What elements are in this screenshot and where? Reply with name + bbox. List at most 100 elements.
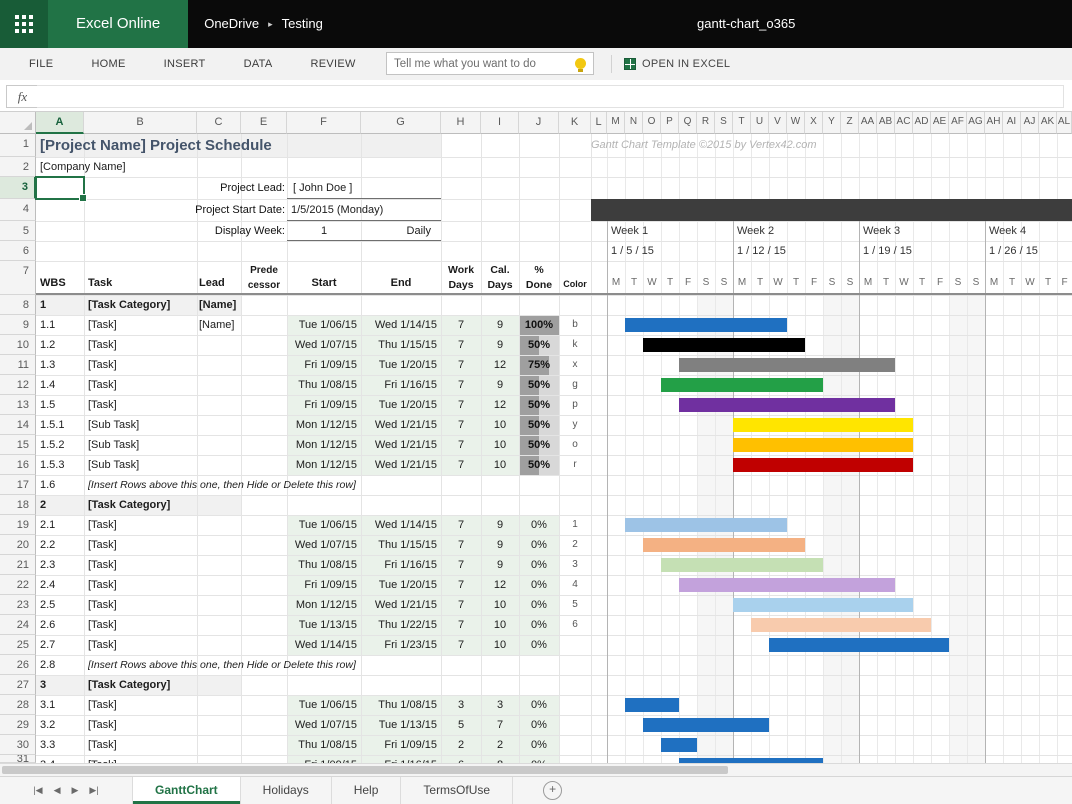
cell-pct-done[interactable]: 50% <box>519 335 559 355</box>
start-date-label[interactable]: Project Start Date: <box>90 199 285 221</box>
gantt-bar[interactable] <box>625 318 787 332</box>
col-header-J[interactable]: J <box>519 112 559 134</box>
cell-task[interactable]: [Task] <box>88 335 238 355</box>
row-header-1[interactable]: 1 <box>0 134 36 157</box>
sheet-tab-termsofuse[interactable]: TermsOfUse <box>401 777 513 804</box>
cell-cal-days[interactable]: 10 <box>481 635 519 655</box>
cell-pct-done[interactable]: 0% <box>519 555 559 575</box>
gantt-bar[interactable] <box>733 458 913 472</box>
row-header-27[interactable]: 27 <box>0 675 36 695</box>
sheet-tab-help[interactable]: Help <box>332 777 402 804</box>
cell-end[interactable]: Fri 1/09/15 <box>363 735 437 755</box>
week-label[interactable]: Week 2 <box>737 221 837 241</box>
app-brand[interactable]: Excel Online <box>48 0 188 48</box>
cell-cal-days[interactable]: 10 <box>481 615 519 635</box>
col-header-K[interactable]: K <box>559 112 591 134</box>
cell-wbs[interactable]: 2.5 <box>40 595 84 615</box>
header-start[interactable]: Start <box>287 273 361 293</box>
gantt-bar[interactable] <box>769 638 949 652</box>
col-header-N[interactable]: N <box>625 112 643 134</box>
day-letter[interactable]: M <box>859 273 877 293</box>
cell-pct-done[interactable]: 75% <box>519 355 559 375</box>
col-header-AD[interactable]: AD <box>913 112 931 134</box>
cell-color-key[interactable]: 1 <box>559 515 591 535</box>
cell-end[interactable]: Thu 1/22/15 <box>363 615 437 635</box>
cell-cal-days[interactable]: 3 <box>481 695 519 715</box>
header-pct-done[interactable]: % Done <box>519 263 559 295</box>
menu-tab-review[interactable]: REVIEW <box>292 48 375 80</box>
menu-tab-home[interactable]: HOME <box>72 48 144 80</box>
col-header-R[interactable]: R <box>697 112 715 134</box>
gantt-bar[interactable] <box>643 338 805 352</box>
cell-wbs[interactable]: 2.6 <box>40 615 84 635</box>
col-header-AB[interactable]: AB <box>877 112 895 134</box>
cell-work-days[interactable]: 7 <box>441 595 481 615</box>
horizontal-scrollbar[interactable] <box>0 763 1072 776</box>
sheet-tab-ganttchart[interactable]: GanttChart <box>132 777 241 804</box>
cell-wbs[interactable]: 1.3 <box>40 355 84 375</box>
cell-work-days[interactable]: 7 <box>441 355 481 375</box>
cell-start[interactable]: Mon 1/12/15 <box>289 455 357 475</box>
cell-pct-done[interactable]: 0% <box>519 515 559 535</box>
week-date[interactable]: 1 / 5 / 15 <box>611 241 711 261</box>
cell-wbs[interactable]: 3.4 <box>40 755 84 763</box>
cell-wbs[interactable]: 2.1 <box>40 515 84 535</box>
cell-wbs[interactable]: 2.2 <box>40 535 84 555</box>
col-header-V[interactable]: V <box>769 112 787 134</box>
cell-task[interactable]: [Task] <box>88 535 238 555</box>
day-letter[interactable]: T <box>913 273 931 293</box>
cell-lead[interactable]: [Name] <box>199 295 243 315</box>
cell-task[interactable]: [Task] <box>88 555 238 575</box>
cell-color-key[interactable]: k <box>559 335 591 355</box>
row-header-18[interactable]: 18 <box>0 495 36 515</box>
cell-cal-days[interactable]: 9 <box>481 375 519 395</box>
row-header-29[interactable]: 29 <box>0 715 36 735</box>
gantt-bar[interactable] <box>679 358 895 372</box>
cell-start[interactable]: Thu 1/08/15 <box>289 555 357 575</box>
cell-task[interactable]: [Task Category] <box>88 495 238 515</box>
cell-work-days[interactable]: 7 <box>441 615 481 635</box>
col-header-H[interactable]: H <box>441 112 481 134</box>
row-header-8[interactable]: 8 <box>0 295 36 315</box>
spreadsheet-grid[interactable]: [Project Name] Project ScheduleGantt Cha… <box>0 112 1072 763</box>
fill-handle[interactable] <box>79 194 87 202</box>
cell-end[interactable]: Wed 1/21/15 <box>363 435 437 455</box>
cell-task[interactable]: [Task] <box>88 755 238 763</box>
cell-color-key[interactable]: 4 <box>559 575 591 595</box>
row-header-16[interactable]: 16 <box>0 455 36 475</box>
cell-end[interactable]: Wed 1/14/15 <box>363 515 437 535</box>
cell-work-days[interactable]: 7 <box>441 415 481 435</box>
gantt-bar[interactable] <box>733 598 913 612</box>
cell-pct-done[interactable]: 0% <box>519 595 559 615</box>
day-letter[interactable]: T <box>787 273 805 293</box>
day-letter[interactable]: M <box>733 273 751 293</box>
cell-lead[interactable]: [Name] <box>199 315 243 335</box>
week-date[interactable]: 1 / 19 / 15 <box>863 241 963 261</box>
row-header-26[interactable]: 26 <box>0 655 36 675</box>
cell-pct-done[interactable]: 0% <box>519 615 559 635</box>
cell-start[interactable]: Wed 1/07/15 <box>289 335 357 355</box>
day-letter[interactable]: F <box>805 273 823 293</box>
row-header-2[interactable]: 2 <box>0 157 36 177</box>
cell-start[interactable]: Mon 1/12/15 <box>289 595 357 615</box>
cell-pct-done[interactable]: 0% <box>519 635 559 655</box>
cell-wbs[interactable]: 1.5.1 <box>40 415 84 435</box>
cell-end[interactable]: Fri 1/16/15 <box>363 755 437 763</box>
row-header-12[interactable]: 12 <box>0 375 36 395</box>
row-header-10[interactable]: 10 <box>0 335 36 355</box>
cell-color-key[interactable]: o <box>559 435 591 455</box>
cell-end[interactable]: Tue 1/20/15 <box>363 575 437 595</box>
day-letter[interactable]: W <box>895 273 913 293</box>
cell-start[interactable]: Fri 1/09/15 <box>289 395 357 415</box>
menu-tab-file[interactable]: FILE <box>10 48 72 80</box>
col-header-G[interactable]: G <box>361 112 441 134</box>
document-title[interactable]: gantt-chart_o365 <box>697 0 795 48</box>
gantt-bar[interactable] <box>751 618 931 632</box>
col-header-Q[interactable]: Q <box>679 112 697 134</box>
cell-task[interactable]: [Task] <box>88 375 238 395</box>
cell-pct-done[interactable]: 0% <box>519 535 559 555</box>
cell-color-key[interactable]: 5 <box>559 595 591 615</box>
cell-start[interactable]: Fri 1/09/15 <box>289 755 357 763</box>
cell-end[interactable]: Fri 1/16/15 <box>363 375 437 395</box>
day-letter[interactable]: T <box>751 273 769 293</box>
